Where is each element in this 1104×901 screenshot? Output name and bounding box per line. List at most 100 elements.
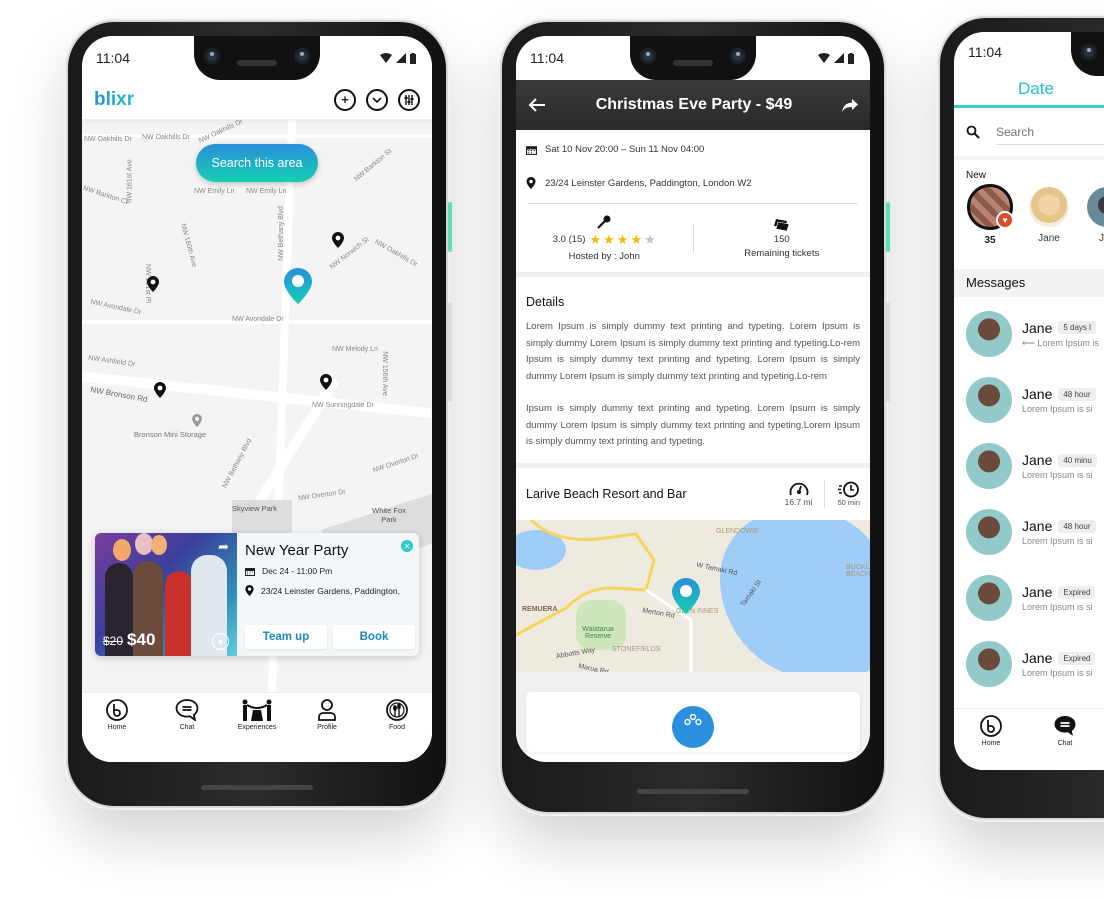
tickets-info: 150 Remaining tickets — [694, 217, 871, 259]
venue-map[interactable]: GLENDOWIE W Tamaki Rd REMUERA Merton Rd … — [516, 519, 870, 672]
event-title: Christmas Eve Party - $49 — [595, 96, 793, 113]
poi-pin-icon — [192, 414, 202, 427]
map-label: Bronson Mini Storage — [134, 430, 207, 439]
map-label: NW Avondale Dr — [89, 298, 142, 317]
venue-pin-icon[interactable] — [672, 577, 700, 614]
map-label: GLENDOWIE — [716, 527, 759, 535]
event-pin-icon[interactable] — [332, 232, 344, 248]
rating-text: 3.0 (15) — [552, 234, 586, 245]
profile-icon — [318, 699, 336, 721]
nav-profile[interactable]: Profile — [302, 699, 352, 731]
message-row[interactable]: Jane 40 minu Lorem Ipsum is si — [954, 433, 1104, 499]
nav-experiences[interactable]: Experiences — [232, 699, 282, 731]
map-label: NW Barkton St — [353, 147, 394, 184]
chat-filled-icon — [1054, 716, 1076, 736]
screen: 11:04 Christmas Eve Party - $49 Sat 10 N… — [516, 36, 870, 762]
nav-label: Experiences — [237, 724, 277, 731]
avatar — [966, 311, 1012, 357]
notch — [194, 36, 320, 80]
nav-chat[interactable]: Chat — [162, 699, 212, 731]
wifi-icon — [380, 53, 392, 63]
speedometer-icon — [789, 482, 808, 496]
wifi-icon — [818, 53, 830, 63]
new-match[interactable]: ♥ 35 — [966, 184, 1014, 246]
filter-icon[interactable] — [398, 88, 420, 111]
search-input[interactable] — [996, 119, 1104, 145]
map-label: NW Bronson Rd — [89, 385, 149, 404]
nav-label: Chat — [179, 724, 195, 731]
message-sender: Jane — [1022, 584, 1053, 600]
map-label: NW Emily Ln — [246, 188, 287, 195]
volume-button — [886, 302, 890, 402]
message-row[interactable]: Jane Expired Lorem Ipsum is si — [954, 631, 1104, 697]
share-icon[interactable]: ➦ — [218, 539, 229, 555]
event-pin-icon[interactable] — [320, 374, 332, 390]
map-label: NW Melody Ln — [332, 346, 378, 353]
power-button — [886, 202, 890, 252]
location-icon — [245, 585, 254, 596]
nav-home[interactable]: Home — [92, 699, 142, 731]
chevron-down-icon[interactable] — [366, 88, 388, 111]
nav-food[interactable]: Food — [372, 699, 422, 731]
message-sender: Jane — [1022, 650, 1053, 666]
event-card[interactable]: ➦ $20 $40 ♥ New Year Party ✕ Dec 24 - 11… — [95, 533, 419, 656]
message-row[interactable]: Jane 48 hour Lorem Ipsum is si — [954, 499, 1104, 565]
nav-home[interactable]: Home — [966, 715, 1016, 747]
close-icon[interactable]: ✕ — [401, 540, 413, 552]
phone-date-screen: 11:04 Date New ♥ 35 Jane — [940, 18, 1104, 818]
selected-location-pin-icon[interactable] — [284, 268, 312, 304]
event-date: Dec 24 - 11:00 Pm — [262, 566, 333, 576]
map-label: NW Sunningdale Dr — [312, 402, 374, 409]
event-address: 23/24 Leinster Gardens, Paddington, Lond… — [545, 177, 752, 189]
event-date-range: Sat 10 Nov 20:00 – Sun 11 Nov 04:00 — [545, 144, 705, 155]
power-button — [448, 202, 452, 252]
details-paragraph: Ipsum is simply dummy text printing and … — [526, 403, 860, 447]
share-icon[interactable] — [841, 98, 858, 112]
map-label: STONEFIELDS — [612, 645, 661, 653]
map-label: NW Overton Dr — [372, 452, 420, 475]
new-match[interactable]: Jan — [1084, 184, 1104, 246]
map-label: White Fox Park — [372, 506, 406, 524]
time-badge: 48 hour — [1058, 387, 1096, 401]
map-label: NW Oakhills Dr — [84, 136, 132, 143]
favorite-icon[interactable]: ♥ — [212, 633, 229, 650]
clock-icon — [837, 481, 859, 497]
search-this-area-button[interactable]: Search this area — [196, 144, 318, 182]
event-info: Sat 10 Nov 20:00 – Sun 11 Nov 04:00 23/2… — [516, 130, 870, 272]
venue-name: Larive Beach Resort and Bar — [526, 486, 687, 501]
team-icon[interactable] — [672, 705, 714, 748]
search-icon — [966, 125, 980, 139]
message-row[interactable]: Jane 5 days l ⟵ Lorem Ipsum is — [954, 301, 1104, 367]
status-time: 11:04 — [530, 50, 564, 66]
volume-button — [448, 302, 452, 402]
details-heading: Details — [526, 295, 565, 309]
back-arrow-icon[interactable] — [528, 98, 546, 112]
message-row[interactable]: Jane 48 hour Lorem Ipsum is si — [954, 367, 1104, 433]
team-up-button[interactable]: Team up — [245, 625, 327, 649]
nav-label: Food — [389, 724, 405, 731]
message-preview: Lorem Ipsum is si — [1022, 668, 1093, 678]
nav-chat[interactable]: Chat — [1040, 715, 1090, 747]
add-icon[interactable]: + — [334, 88, 356, 111]
avatar — [1087, 187, 1104, 227]
page-title: Date — [954, 72, 1104, 108]
bottom-nav: Home Chat — [954, 708, 1104, 770]
map-label: NW Barkton Ct — [82, 184, 129, 207]
map-label: REMUERA — [522, 605, 558, 613]
status-time: 11:04 — [96, 50, 130, 66]
new-match-label: Jan — [1098, 233, 1104, 244]
battery-icon — [848, 52, 854, 64]
map-view[interactable]: NW Oakhills Dr NW Oakhills Dr NW Oakhill… — [82, 120, 432, 692]
app-logo: blixr — [94, 88, 135, 110]
message-preview: Lorem Ipsum is si — [1022, 536, 1093, 546]
status-time: 11:04 — [968, 44, 1002, 60]
home-b-icon — [980, 715, 1002, 737]
event-pin-icon[interactable] — [154, 382, 166, 398]
message-row[interactable]: Jane Expired Lorem Ipsum is si — [954, 565, 1104, 631]
star-filled-icon: ★ — [630, 231, 643, 247]
avatar — [966, 443, 1012, 489]
event-pin-icon[interactable] — [147, 276, 159, 292]
new-match[interactable]: Jane — [1026, 184, 1072, 246]
book-button[interactable]: Book — [333, 625, 415, 649]
message-preview: Lorem Ipsum is — [1037, 337, 1099, 348]
